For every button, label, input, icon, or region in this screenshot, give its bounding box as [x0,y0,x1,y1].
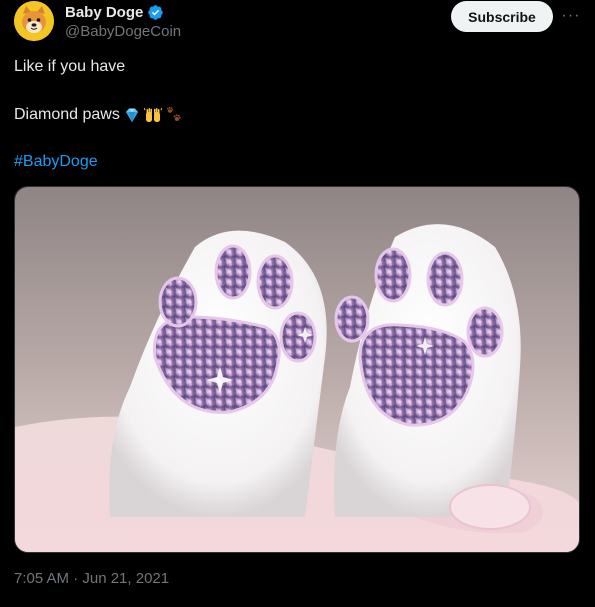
tweet-container: Baby Doge @BabyDogeCoin Subscribe ··· Li… [0,0,595,607]
raising-hands-icon [143,106,163,124]
paw-prints-icon [165,106,183,124]
tweet-text-line-2: Diamond paws [14,105,183,125]
hashtag-link[interactable]: #BabyDoge [14,152,98,172]
subscribe-button[interactable]: Subscribe [451,1,553,32]
tweet-text-diamond-paws: Diamond paws [14,106,120,123]
tweet-text-line-1: Like if you have [14,58,126,75]
shiba-inu-avatar-icon[interactable] [14,1,54,41]
name-row: Baby Doge [65,2,181,22]
author-handle[interactable]: @BabyDogeCoin [65,23,181,40]
gem-stone-icon [123,106,141,124]
verified-badge-icon [147,4,164,21]
author-block: Baby Doge @BabyDogeCoin [65,2,181,41]
more-options-icon[interactable]: ··· [561,6,581,26]
diamond-cat-paws-image[interactable] [14,186,580,553]
author-display-name[interactable]: Baby Doge [65,4,143,21]
tweet-timestamp[interactable]: 7:05 AM · Jun 21, 2021 [14,570,169,587]
